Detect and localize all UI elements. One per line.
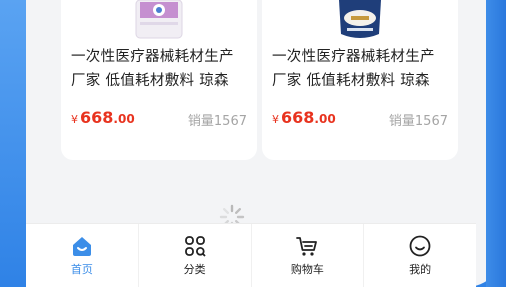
shopping-cart-icon <box>296 237 318 256</box>
tab-mine-label: 我的 <box>409 263 432 276</box>
tab-cart[interactable]: 购物车 <box>250 224 364 287</box>
price-integer: 668 <box>281 108 315 127</box>
pouch-product-image <box>339 0 381 38</box>
price-integer: 668 <box>80 108 114 127</box>
product-title: 一次性医疗器械耗材生产 厂家 低值耗材敷料 琼森 <box>272 45 454 93</box>
product-title-line1: 一次性医疗器械耗材生产 <box>272 49 435 65</box>
sales-count: 销量1567 <box>187 114 247 129</box>
product-title-line1: 一次性医疗器械耗材生产 <box>71 49 234 65</box>
tab-mine[interactable]: 我的 <box>363 224 476 287</box>
product-card[interactable]: 一次性医疗器械耗材生产 厂家 低值耗材敷料 琼森 ¥668.00 销量1567 <box>61 0 257 160</box>
price-decimal: .00 <box>113 112 135 126</box>
smiley-profile-icon <box>409 235 431 257</box>
tab-cart-label: 购物车 <box>290 263 324 276</box>
product-price: ¥668.00 <box>71 108 135 127</box>
price-decimal: .00 <box>314 112 336 126</box>
frame-right-edge <box>486 0 506 287</box>
tab-category-label: 分类 <box>183 263 206 276</box>
product-title-line2: 厂家 低值耗材敷料 琼森 <box>71 73 229 89</box>
sales-count: 销量1567 <box>388 114 448 129</box>
tab-category[interactable]: 分类 <box>137 224 251 287</box>
product-title: 一次性医疗器械耗材生产 厂家 低值耗材敷料 琼森 <box>71 45 253 93</box>
tab-home[interactable]: 首页 <box>26 224 138 287</box>
product-title-line2: 厂家 低值耗材敷料 琼森 <box>272 73 430 89</box>
product-card[interactable]: 一次性医疗器械耗材生产 厂家 低值耗材敷料 琼森 ¥668.00 销量1567 <box>262 0 458 160</box>
bottom-tab-bar: 首页 分类 购物车 我的 <box>26 223 476 287</box>
currency-symbol: ¥ <box>71 113 78 126</box>
product-price: ¥668.00 <box>272 108 336 127</box>
category-grid-icon <box>184 236 206 257</box>
home-icon <box>72 237 91 256</box>
tab-home-label: 首页 <box>70 263 93 276</box>
currency-symbol: ¥ <box>272 113 279 126</box>
bottle-product-image <box>135 0 183 39</box>
